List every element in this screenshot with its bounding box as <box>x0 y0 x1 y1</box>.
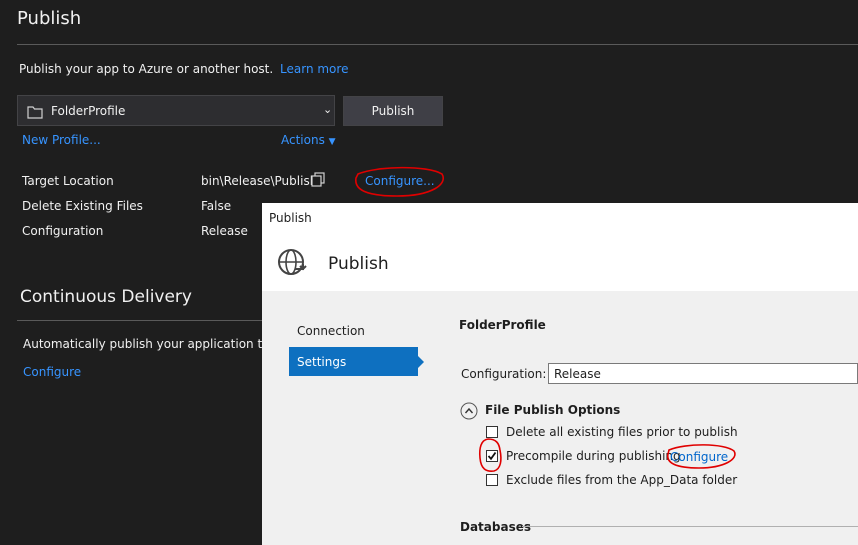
profile-select[interactable]: FolderProfile ⌄ <box>17 95 335 126</box>
exclude-app-data-label: Exclude files from the App_Data folder <box>506 473 738 487</box>
copy-icon[interactable] <box>311 172 325 191</box>
profile-name-heading: FolderProfile <box>459 318 546 332</box>
configuration-select[interactable]: Release <box>548 363 858 384</box>
annotation-circle-checkbox <box>478 438 502 472</box>
continuous-delivery-title: Continuous Delivery <box>20 287 192 307</box>
chevron-down-icon: ⌄ <box>323 103 333 116</box>
exclude-app-data-checkbox[interactable] <box>486 474 498 486</box>
nav-item-settings[interactable]: Settings <box>289 347 418 376</box>
dialog-header-title: Publish <box>328 254 389 274</box>
page-title: Publish <box>17 8 82 29</box>
configuration-select-value: Release <box>554 367 601 381</box>
profile-select-value: FolderProfile <box>51 104 126 118</box>
precompile-label: Precompile during publishing <box>506 449 681 463</box>
chevron-up-circle-icon[interactable] <box>460 402 478 424</box>
summary-value-configuration: Release <box>201 224 248 238</box>
dialog-titlebar: Publish <box>262 203 858 234</box>
triangle-right-icon <box>418 356 424 368</box>
file-publish-options-heading: File Publish Options <box>485 403 621 417</box>
learn-more-link[interactable]: Learn more <box>280 62 348 76</box>
summary-value-target: bin\Release\Publish <box>201 174 318 188</box>
dialog-window-title: Publish <box>269 211 312 225</box>
configuration-label: Configuration: <box>461 367 547 381</box>
folder-icon <box>27 104 43 123</box>
actions-menu[interactable]: Actions ▼ <box>281 133 336 147</box>
subtitle-text: Publish your app to Azure or another hos… <box>19 62 274 76</box>
caret-down-icon: ▼ <box>328 137 336 147</box>
page-subtitle: Publish your app to Azure or another hos… <box>19 62 348 76</box>
databases-heading: Databases <box>460 520 532 534</box>
actions-label: Actions <box>281 133 325 147</box>
nav-item-connection[interactable]: Connection <box>297 324 365 338</box>
title-divider <box>17 44 858 45</box>
dialog-header: Publish <box>262 234 858 291</box>
databases-divider <box>522 526 858 527</box>
globe-publish-icon <box>276 247 308 283</box>
summary-label-target: Target Location <box>22 174 114 188</box>
annotation-circle-configure <box>355 166 444 197</box>
annotation-circle-precompile-configure <box>667 444 736 469</box>
publish-button[interactable]: Publish <box>343 96 443 126</box>
nav-item-settings-label: Settings <box>297 355 347 369</box>
summary-label-configuration: Configuration <box>22 224 104 238</box>
cd-description: Automatically publish your application t… <box>23 337 262 351</box>
publish-dialog: Publish Publish Connection Settings Fold… <box>262 203 858 545</box>
cd-configure-link[interactable]: Configure <box>23 365 81 379</box>
summary-label-delete: Delete Existing Files <box>22 199 143 213</box>
summary-value-delete: False <box>201 199 232 213</box>
cd-divider <box>17 320 262 321</box>
new-profile-link[interactable]: New Profile... <box>22 133 101 147</box>
delete-existing-label: Delete all existing files prior to publi… <box>506 425 738 439</box>
